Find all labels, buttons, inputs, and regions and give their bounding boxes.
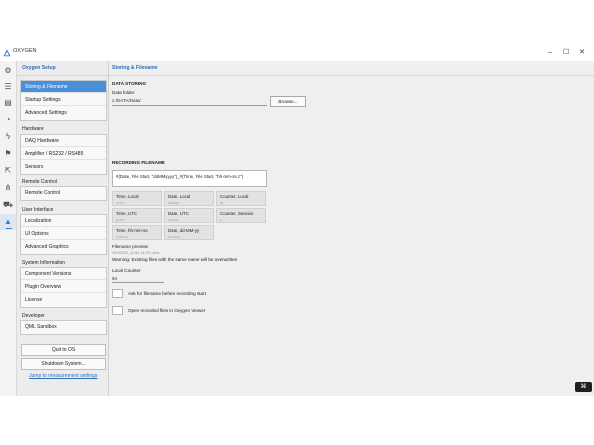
token-example: 12:50 — [116, 201, 124, 205]
oxygen-logo-icon: ▲ — [4, 217, 12, 226]
sidebar-item-startup-settings[interactable]: Startup Settings — [21, 94, 106, 106]
token-example: 10/2022 — [168, 201, 179, 205]
gauge-icon[interactable]: ◔ — [3, 115, 13, 125]
filename-preview-label: Filename preview — [112, 244, 148, 249]
developer-group: QML Sandbox — [20, 320, 107, 335]
user-interface-group: Localization UI Options Advanced Graphic… — [20, 214, 107, 255]
token-counter-session[interactable]: Counter, Session 1 — [216, 208, 266, 223]
close-button[interactable]: ✕ — [577, 48, 587, 57]
sidebar-item-advanced-settings[interactable]: Advanced Settings — [21, 107, 106, 119]
section-title-system-information: System Information — [22, 260, 66, 266]
sidebar-title: Oxygen Setup — [22, 65, 56, 71]
sidebar-header: Oxygen Setup — [17, 61, 108, 76]
sidebar-item-advanced-graphics[interactable]: Advanced Graphics — [21, 241, 106, 253]
bolt-icon[interactable]: ϟ — [3, 132, 13, 142]
token-name: Time, Local — [116, 194, 139, 199]
command-icon[interactable]: ⌘ — [575, 382, 592, 392]
token-example: 19-10-22 — [168, 235, 181, 239]
token-name: Time, UTC — [116, 211, 138, 216]
filename-pattern-input[interactable]: #(Date, File Start, "ddMMyyyy")_#(Time, … — [112, 170, 267, 187]
local-counter-label: Local Counter — [112, 268, 141, 273]
sidebar-item-sensors[interactable]: Sensors — [21, 161, 106, 173]
token-example: 12-50-14 — [116, 235, 129, 239]
token-date-local[interactable]: Date, Local 10/2022 — [164, 191, 214, 206]
gear-icon[interactable]: ⚙ — [3, 66, 13, 76]
open-in-viewer-checkbox[interactable] — [112, 306, 123, 315]
app-title: OXYGEN — [13, 48, 37, 54]
data-folder-label: Data folder — [112, 90, 135, 95]
token-name: Counter, Session — [220, 211, 254, 216]
local-counter-field[interactable]: 94 — [112, 275, 164, 283]
remote-control-group: Remote Control — [20, 186, 107, 201]
ask-filename-checkbox[interactable] — [112, 289, 123, 298]
maximize-button[interactable]: ☐ — [561, 48, 571, 57]
token-example: 10/2022 — [168, 218, 179, 222]
open-in-viewer-label: Open recorded files in Oxygen Viewer — [128, 308, 206, 313]
content-pane: Storing & Filename DATA STORING Data fol… — [109, 61, 594, 396]
sidebar-item-amplifier[interactable]: Amplifier / RS232 / RS485 — [21, 148, 106, 160]
token-time-utc[interactable]: Time, UTC 10:50 — [112, 208, 162, 223]
token-example: 94 — [220, 201, 224, 205]
page-title: Storing & Filename — [112, 65, 158, 71]
sidebar-item-daq-hardware[interactable]: DAQ Hardware — [21, 135, 106, 147]
shutdown-system-button[interactable]: Shutdown System... — [21, 358, 106, 370]
token-name: Date, Local — [168, 194, 191, 199]
data-storing-heading: DATA STORING — [112, 81, 147, 86]
token-time-local[interactable]: Time, Local 12:50 — [112, 191, 162, 206]
active-indicator — [6, 228, 12, 229]
token-date-dd-mm-yy[interactable]: Date, dd-MM-yy 19-10-22 — [164, 225, 214, 240]
ask-filename-label: Ask for filename before recording start — [128, 291, 206, 296]
sidebar-item-storing-filename[interactable]: Storing & Filename — [21, 81, 106, 93]
token-name: Time, hh-mm-ss — [116, 228, 148, 233]
token-name: Counter, Local — [220, 194, 249, 199]
storing-group: Storing & Filename Startup Settings Adva… — [20, 80, 107, 121]
section-title-user-interface: User Interface — [22, 207, 54, 213]
token-date-utc[interactable]: Date, UTC 10/2022 — [164, 208, 214, 223]
token-example: 1 — [220, 218, 222, 222]
setup-sidebar: Oxygen Setup Storing & Filename Startup … — [17, 61, 109, 396]
sidebar-item-plugin-overview[interactable]: Plugin Overview — [21, 281, 106, 293]
section-title-hardware: Hardware — [22, 126, 44, 132]
token-example: 10:50 — [116, 218, 124, 222]
token-counter-local[interactable]: Counter, Local 94 — [216, 191, 266, 206]
section-title-remote-control: Remote Control — [22, 179, 58, 185]
data-folder-field[interactable]: c:/DATA/Data/ — [112, 96, 267, 106]
token-time-hh-mm-ss[interactable]: Time, hh-mm-ss 12-50-14 — [112, 225, 162, 240]
hardware-group: DAQ Hardware Amplifier / RS232 / RS485 S… — [20, 134, 107, 175]
flag-icon[interactable]: ⚑ — [3, 149, 13, 159]
quit-to-os-button[interactable]: Quit to OS — [21, 344, 106, 356]
browse-button[interactable]: Browse... — [270, 96, 306, 107]
title-bar: OXYGEN – ☐ ✕ — [0, 45, 594, 61]
document-icon[interactable]: ▤ — [3, 98, 13, 108]
recording-filename-heading: RECORDING FILENAME — [112, 160, 165, 165]
oxygen-logo-icon — [3, 49, 11, 57]
sidebar-item-component-versions[interactable]: Component Versions — [21, 268, 106, 280]
sidebar-item-remote-control[interactable]: Remote Control — [21, 187, 106, 199]
section-title-developer: Developer — [22, 313, 45, 319]
sidebar-item-license[interactable]: License — [21, 294, 106, 306]
minimize-button[interactable]: – — [545, 48, 555, 57]
sidebar-item-ui-options[interactable]: UI Options — [21, 228, 106, 240]
content-header: Storing & Filename — [109, 61, 594, 76]
main-window: OXYGEN – ☐ ✕ ⚙ ☰ ▤ ◔ ϟ ⚑ ⇱ ⋔ ⛟ ▲ Oxygen … — [0, 45, 594, 396]
network-icon[interactable]: ⋔ — [3, 183, 13, 193]
sidebar-item-localization[interactable]: Localization — [21, 215, 106, 227]
list-icon[interactable]: ☰ — [3, 82, 13, 92]
jump-to-measurement-settings-link[interactable]: Jump to measurement settings — [29, 373, 97, 379]
token-name: Date, UTC — [168, 211, 189, 216]
icon-rail: ⚙ ☰ ▤ ◔ ϟ ⚑ ⇱ ⋔ ⛟ ▲ — [0, 61, 17, 396]
car-icon[interactable]: ⛟ — [3, 200, 13, 210]
system-information-group: Component Versions Plugin Overview Licen… — [20, 267, 107, 308]
token-name: Date, dd-MM-yy — [168, 228, 200, 233]
filename-preview-value: 19102022_12-50-14.297.dmd — [112, 251, 160, 255]
overwrite-warning: Warning: Existing files with the same na… — [112, 257, 238, 262]
export-icon[interactable]: ⇱ — [3, 166, 13, 176]
sidebar-item-qml-sandbox[interactable]: QML Sandbox — [21, 321, 106, 333]
